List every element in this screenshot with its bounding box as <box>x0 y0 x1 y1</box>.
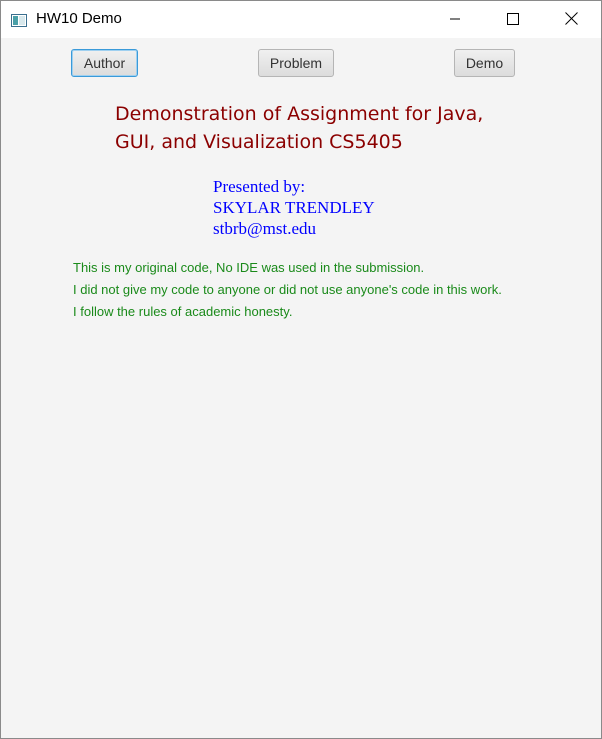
author-button[interactable]: Author <box>71 49 138 77</box>
problem-button[interactable]: Problem <box>258 49 334 77</box>
honesty-line: I follow the rules of academic honesty. <box>73 304 293 319</box>
presenter-block: Presented by: SKYLAR TRENDLEY stbrb@mst.… <box>213 176 375 239</box>
honesty-line: This is my original code, No IDE was use… <box>73 260 425 275</box>
demo-button[interactable]: Demo <box>454 49 515 77</box>
presenter-name: SKYLAR TRENDLEY <box>213 198 375 217</box>
assignment-heading: Demonstration of Assignment for Java, GU… <box>115 100 535 156</box>
maximize-icon <box>507 10 519 29</box>
presenter-email: stbrb@mst.edu <box>213 219 317 238</box>
close-icon <box>564 10 578 29</box>
honesty-statement: This is my original code, No IDE was use… <box>73 257 502 323</box>
maximize-button[interactable] <box>484 1 542 38</box>
presented-by-label: Presented by: <box>213 177 306 196</box>
main-content: Author Problem Demo Demonstration of Ass… <box>1 38 601 738</box>
minimize-button[interactable] <box>426 1 484 38</box>
app-window-icon <box>11 12 27 27</box>
honesty-line: I did not give my code to anyone or did … <box>73 282 502 297</box>
title-bar[interactable]: HW10 Demo <box>1 1 601 38</box>
heading-line-1: Demonstration of Assignment for Java, <box>115 103 484 125</box>
app-window: HW10 Demo Author Problem Demo Demonstrat… <box>0 0 602 739</box>
window-title: HW10 Demo <box>36 10 122 27</box>
heading-line-2: GUI, and Visualization CS5405 <box>115 131 403 153</box>
minimize-icon <box>449 10 461 29</box>
close-button[interactable] <box>542 1 600 38</box>
